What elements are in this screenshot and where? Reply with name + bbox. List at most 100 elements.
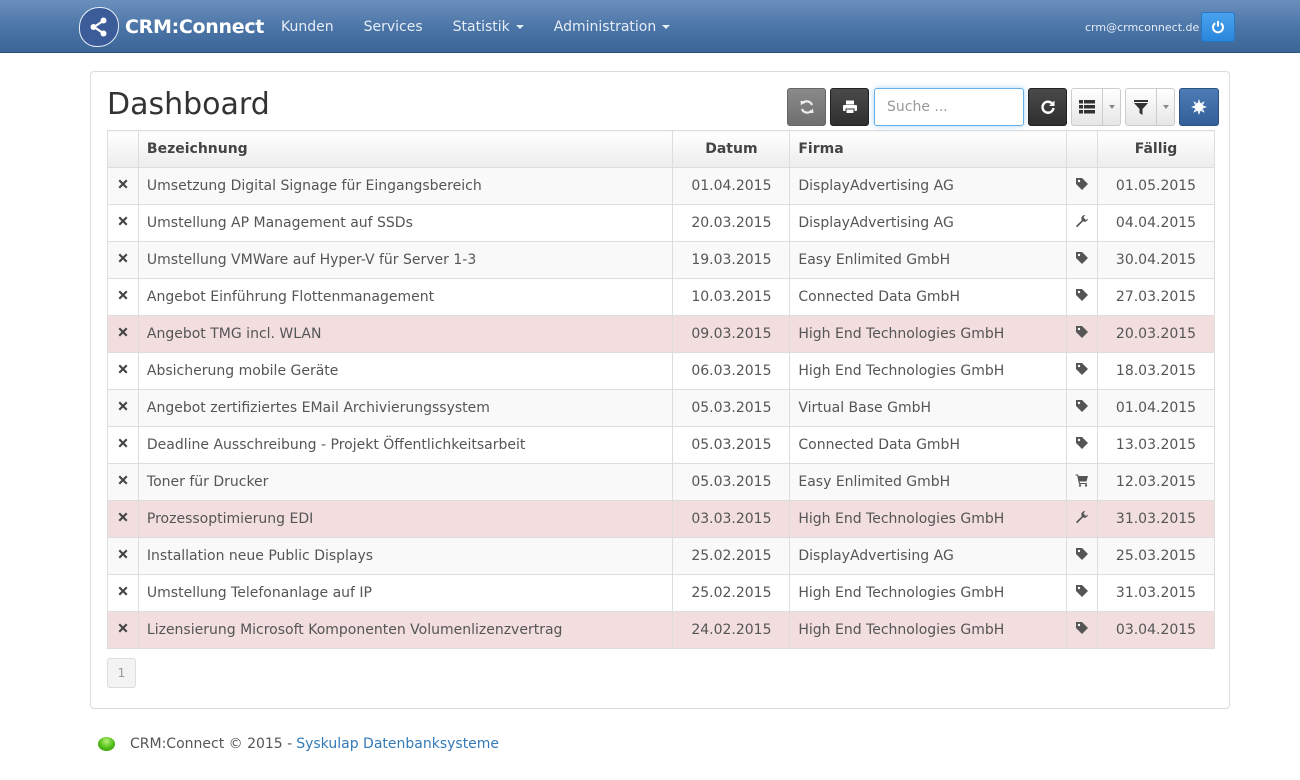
task-date: 09.03.2015: [672, 315, 791, 353]
task-name[interactable]: Absicherung mobile Geräte: [137, 352, 674, 390]
type-cell: [1066, 611, 1099, 649]
table-row[interactable]: Toner für Drucker 05.03.2015 Easy Enlimite…: [107, 463, 1215, 501]
dashboard-panel: Dashboard Suche ... Bezeichnung Datum Fi…: [90, 71, 1230, 709]
header-delete: [107, 130, 139, 168]
delete-icon[interactable]: [117, 326, 129, 342]
delete-icon[interactable]: [117, 215, 129, 231]
header-firma[interactable]: Firma: [789, 130, 1068, 168]
nav-administration[interactable]: Administration: [539, 0, 685, 53]
table-row[interactable]: Installation neue Public Displays 25.02.2…: [107, 537, 1215, 575]
wrench-icon: [1075, 214, 1089, 232]
type-cell: [1066, 278, 1099, 316]
table-row[interactable]: Absicherung mobile Geräte 06.03.2015 High …: [107, 352, 1215, 390]
task-date: 03.03.2015: [672, 500, 791, 538]
task-date: 19.03.2015: [672, 241, 791, 279]
tag-icon: [1075, 251, 1089, 269]
task-name[interactable]: Angebot zertifiziertes EMail Archivierun…: [137, 389, 674, 427]
type-cell: [1066, 500, 1099, 538]
filter-dropdown[interactable]: [1125, 88, 1175, 126]
table-row[interactable]: Umstellung Telefonanlage auf IP 25.02.201…: [107, 574, 1215, 612]
columns-button[interactable]: [1071, 88, 1103, 126]
delete-icon[interactable]: [117, 363, 129, 379]
top-navbar: CRM:Connect Kunden Services Statistik Ad…: [0, 0, 1300, 53]
header-bezeichnung[interactable]: Bezeichnung: [137, 130, 674, 168]
settings-button[interactable]: [1179, 88, 1219, 126]
refresh-icon: [1040, 100, 1055, 114]
task-name[interactable]: Installation neue Public Displays: [137, 537, 674, 575]
print-icon: [842, 100, 857, 114]
nav-services-label: Services: [363, 18, 423, 35]
delete-cell: [107, 167, 139, 205]
table-row[interactable]: Angebot Einführung Flottenmanagement 10.0…: [107, 278, 1215, 316]
type-cell: [1066, 537, 1099, 575]
filter-button[interactable]: [1125, 88, 1157, 126]
delete-cell: [107, 500, 139, 538]
delete-cell: [107, 352, 139, 390]
delete-icon[interactable]: [117, 585, 129, 601]
table-row-overdue[interactable]: Prozessoptimierung EDI 03.03.2015 High End…: [107, 500, 1215, 538]
search-input[interactable]: [874, 88, 1024, 126]
task-name[interactable]: Prozessoptimierung EDI: [137, 500, 674, 538]
task-name[interactable]: Umstellung Telefonanlage auf IP: [137, 574, 674, 612]
task-name[interactable]: Angebot TMG incl. WLAN: [137, 315, 674, 353]
delete-icon[interactable]: [117, 437, 129, 453]
task-name[interactable]: Lizensierung Microsoft Komponenten Volum…: [137, 611, 674, 649]
delete-icon[interactable]: [117, 400, 129, 416]
table-row[interactable]: Angebot zertifiziertes EMail Archivierun…: [107, 389, 1215, 427]
delete-icon[interactable]: [117, 622, 129, 638]
refresh-button[interactable]: [1028, 88, 1067, 126]
task-company: DisplayAdvertising AG: [789, 167, 1068, 205]
footer-copyright: CRM:Connect © 2015 -: [130, 736, 293, 752]
pagination-page-1[interactable]: 1: [107, 658, 136, 688]
print-button[interactable]: [830, 88, 869, 126]
filter-icon: [1134, 99, 1148, 115]
sync-button[interactable]: [787, 88, 826, 126]
table-row[interactable]: Umsetzung Digital Signage für Eingangsbe…: [107, 167, 1215, 205]
type-cell: [1066, 463, 1099, 501]
task-name[interactable]: Deadline Ausschreibung - Projekt Öffentl…: [137, 426, 674, 464]
nav-services[interactable]: Services: [349, 0, 438, 53]
nav-statistik[interactable]: Statistik: [438, 0, 539, 53]
task-name[interactable]: Angebot Einführung Flottenmanagement: [137, 278, 674, 316]
task-name[interactable]: Umstellung AP Management auf SSDs: [137, 204, 674, 242]
task-date: 05.03.2015: [672, 426, 791, 464]
delete-icon[interactable]: [117, 474, 129, 490]
task-date: 25.02.2015: [672, 574, 791, 612]
header-datum[interactable]: Datum: [672, 130, 791, 168]
delete-icon[interactable]: [117, 252, 129, 268]
task-name[interactable]: Toner für Drucker: [137, 463, 674, 501]
tag-icon: [1075, 584, 1089, 602]
delete-icon[interactable]: [117, 178, 129, 194]
list-icon: [1079, 100, 1095, 114]
cog-icon: [1191, 99, 1207, 115]
delete-icon[interactable]: [117, 289, 129, 305]
columns-dropdown[interactable]: [1071, 88, 1121, 126]
delete-icon[interactable]: [117, 511, 129, 527]
delete-icon[interactable]: [117, 548, 129, 564]
task-due: 30.04.2015: [1097, 241, 1215, 279]
nav-kunden[interactable]: Kunden: [266, 0, 349, 53]
delete-cell: [107, 574, 139, 612]
table-row-overdue[interactable]: Angebot TMG incl. WLAN 09.03.2015 High End…: [107, 315, 1215, 353]
task-date: 05.03.2015: [672, 389, 791, 427]
task-date: 05.03.2015: [672, 463, 791, 501]
columns-caret-button[interactable]: [1103, 88, 1121, 126]
tag-icon: [1075, 621, 1089, 639]
page-title: Dashboard: [107, 87, 270, 122]
task-name[interactable]: Umsetzung Digital Signage für Eingangsbe…: [137, 167, 674, 205]
type-cell: [1066, 426, 1099, 464]
table-row-overdue[interactable]: Lizensierung Microsoft Komponenten Volum…: [107, 611, 1215, 649]
task-name[interactable]: Umstellung VMWare auf Hyper-V für Server…: [137, 241, 674, 279]
task-due: 25.03.2015: [1097, 537, 1215, 575]
table-row[interactable]: Umstellung AP Management auf SSDs 20.03.2…: [107, 204, 1215, 242]
cart-icon: [1075, 473, 1089, 491]
share-icon: [79, 7, 119, 47]
header-faellig[interactable]: Fällig: [1097, 130, 1215, 168]
table-row[interactable]: Umstellung VMWare auf Hyper-V für Server…: [107, 241, 1215, 279]
logout-button[interactable]: [1201, 12, 1235, 42]
filter-caret-button[interactable]: [1157, 88, 1175, 126]
table-row[interactable]: Deadline Ausschreibung - Projekt Öffentl…: [107, 426, 1215, 464]
task-company: High End Technologies GmbH: [789, 315, 1068, 353]
footer-company-link[interactable]: Syskulap Datenbanksysteme: [296, 736, 499, 752]
brand[interactable]: CRM:Connect: [79, 7, 264, 47]
